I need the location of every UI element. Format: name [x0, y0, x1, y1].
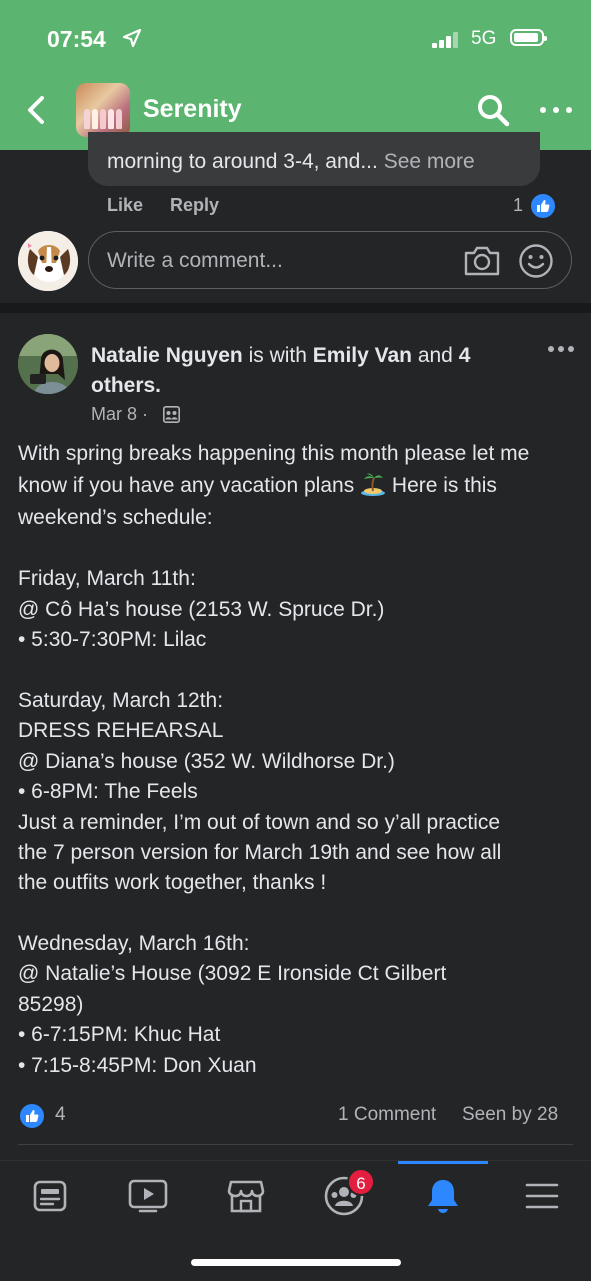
is-with-text: is with — [248, 344, 307, 367]
post-line: Just a reminder, I’m out of town and so … — [18, 810, 501, 834]
home-indicator[interactable] — [191, 1259, 401, 1266]
tab-notifications[interactable] — [419, 1172, 467, 1220]
active-tab-indicator — [398, 1161, 488, 1164]
comment-text-content: morning to around 3-4, and... — [107, 150, 378, 173]
author-avatar[interactable] — [18, 334, 78, 394]
group-avatar[interactable] — [76, 83, 130, 137]
post-line: the outfits work together, thanks ! — [18, 871, 327, 895]
post-line — [18, 899, 573, 929]
search-button[interactable] — [476, 93, 510, 127]
post-line: DRESS REHEARSAL — [18, 719, 224, 743]
see-more-link[interactable]: See more — [384, 150, 475, 173]
post-body: With spring breaks happening this month … — [18, 438, 573, 1081]
comments-count-link[interactable]: 1 Comment — [338, 1104, 436, 1126]
comment-input-placeholder[interactable]: Write a comment... — [107, 249, 283, 273]
post-line: the 7 person version for March 19th and … — [18, 840, 502, 864]
post-date[interactable]: Mar 8 — [91, 404, 137, 424]
current-user-avatar — [18, 231, 78, 291]
reaction-count[interactable]: 4 — [55, 1104, 66, 1126]
network-type: 5G — [471, 28, 497, 49]
post-author-line: Natalie Nguyen is with Emily Van and 4 o… — [91, 341, 531, 401]
post-line: @ Diana’s house (352 W. Wildhorse Dr.) — [18, 749, 395, 773]
feed-icon — [33, 1180, 67, 1212]
back-button[interactable] — [22, 92, 52, 128]
camera-icon[interactable] — [463, 244, 501, 278]
thumbs-up-icon — [529, 192, 557, 220]
status-time: 07:54 — [47, 26, 106, 52]
more-options-button[interactable] — [538, 103, 574, 117]
group-audience-icon — [163, 406, 180, 423]
author-name[interactable]: Natalie Nguyen — [91, 344, 243, 367]
tab-menu[interactable] — [518, 1172, 566, 1220]
like-reaction-icon[interactable] — [18, 1102, 46, 1130]
tab-video[interactable] — [124, 1172, 172, 1220]
comment-like-count: 1 — [513, 195, 524, 215]
comment-reply-button[interactable]: Reply — [170, 195, 219, 216]
post-line: • 6-7:15PM: Khuc Hat — [18, 1023, 221, 1047]
groups-badge: 6 — [347, 1168, 375, 1196]
desert-island-icon — [361, 473, 386, 496]
post-line: Saturday, March 12th: — [18, 688, 224, 712]
comment-text: morning to around 3-4, and... See more — [107, 150, 475, 174]
post-line: Friday, March 11th: — [18, 567, 196, 591]
signal-icon — [432, 32, 458, 48]
group-name[interactable]: Serenity — [143, 95, 242, 124]
post-line — [18, 656, 573, 686]
notifications-icon — [428, 1180, 458, 1213]
comment-like-button[interactable]: Like — [107, 195, 143, 216]
post-line: • 6-8PM: The Feels — [18, 780, 198, 804]
post-line: • 7:15-8:45PM: Don Xuan — [18, 1053, 257, 1077]
post-divider — [18, 1144, 573, 1145]
post-line: @ Natalie’s House (3092 E Ironside Ct Gi… — [18, 962, 447, 986]
post-options-button[interactable] — [547, 346, 575, 354]
post-intro: With spring breaks happening this month … — [18, 438, 573, 534]
battery-icon — [510, 29, 547, 46]
meta-separator: · — [142, 404, 149, 424]
tagged-person[interactable]: Emily Van — [313, 344, 412, 367]
and-text: and — [417, 344, 453, 367]
post-meta: Mar 8 · — [91, 404, 148, 425]
seen-by-link[interactable]: Seen by 28 — [462, 1104, 558, 1126]
location-arrow-icon — [122, 28, 142, 48]
emoji-icon[interactable] — [518, 243, 554, 279]
section-divider — [0, 303, 591, 313]
tab-feed[interactable] — [26, 1172, 74, 1220]
tab-marketplace[interactable] — [222, 1172, 270, 1220]
video-icon — [128, 1179, 168, 1213]
post-line: Wednesday, March 16th: — [18, 932, 250, 956]
post-line: @ Cô Ha’s house (2153 W. Spruce Dr.) — [18, 597, 385, 621]
menu-icon — [525, 1183, 559, 1209]
marketplace-icon — [227, 1180, 265, 1213]
post-line: • 5:30-7:30PM: Lilac — [18, 628, 207, 652]
post-line: 85298) — [18, 992, 84, 1016]
